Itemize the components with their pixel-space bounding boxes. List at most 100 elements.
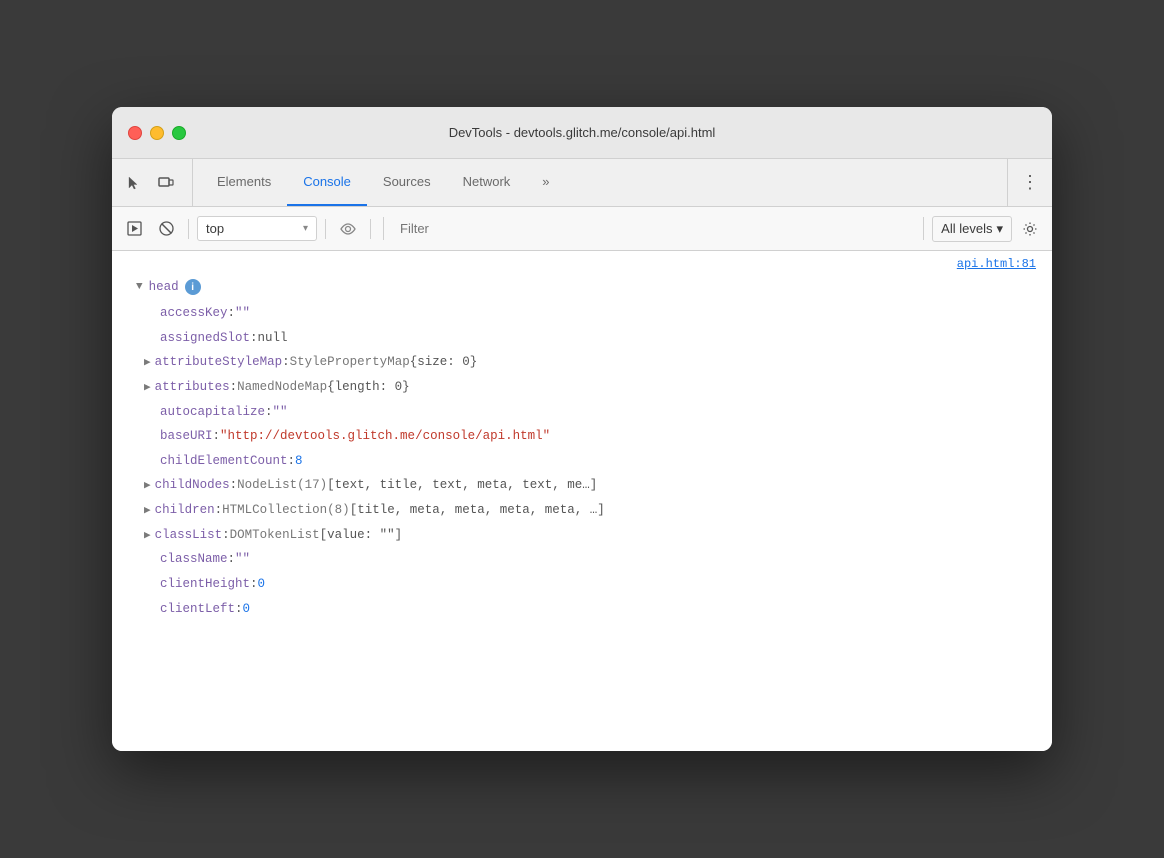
prop-key: clientHeight [160, 574, 250, 595]
log-levels-selector[interactable]: All levels ▾ [932, 216, 1012, 242]
prop-key: className [160, 549, 228, 570]
tab-elements[interactable]: Elements [201, 158, 287, 206]
prop-row: children: HTMLCollection(8) [title, meta… [112, 498, 1052, 523]
prop-key: baseURI [160, 426, 213, 447]
prop-row: attributes: NamedNodeMap {length: 0} [112, 375, 1052, 400]
tab-sources[interactable]: Sources [367, 158, 447, 206]
prop-key: childElementCount [160, 451, 288, 472]
prop-key: children [155, 500, 215, 521]
expand-arrow-icon[interactable] [144, 527, 151, 545]
run-script-button[interactable] [120, 215, 148, 243]
expand-arrow-icon[interactable] [144, 379, 151, 397]
prop-value: "" [273, 402, 288, 423]
close-button[interactable] [128, 126, 142, 140]
prop-key: autocapitalize [160, 402, 265, 423]
prop-row: clientHeight: 0 [112, 572, 1052, 597]
source-link[interactable]: api.html:81 [112, 251, 1052, 273]
prop-type-label: DOMTokenList [230, 525, 320, 546]
prop-extra: {size: 0} [410, 352, 478, 373]
prop-row: baseURI: "http://devtools.glitch.me/cons… [112, 424, 1052, 449]
toolbar-divider-1 [188, 219, 189, 239]
tabs-bar: Elements Console Sources Network » ⋮ [112, 159, 1052, 207]
prop-row: clientLeft: 0 [112, 597, 1052, 622]
properties-container: accessKey: ""assignedSlot: nullattribute… [112, 301, 1052, 621]
prop-colon: : [250, 574, 258, 595]
prop-row: className: "" [112, 547, 1052, 572]
prop-type-label: NamedNodeMap [237, 377, 327, 398]
prop-value: "" [235, 549, 250, 570]
prop-value: null [258, 328, 288, 349]
prop-value: "" [235, 303, 250, 324]
window-title: DevTools - devtools.glitch.me/console/ap… [449, 125, 716, 140]
minimize-button[interactable] [150, 126, 164, 140]
prop-colon: : [228, 303, 236, 324]
prop-row: accessKey: "" [112, 301, 1052, 326]
prop-key: classList [155, 525, 223, 546]
prop-value: 8 [295, 451, 303, 472]
head-label: head [149, 280, 179, 294]
prop-extra: {length: 0} [327, 377, 410, 398]
prop-value: 0 [243, 599, 251, 620]
console-content: api.html:81 ▼ head i accessKey: ""assign… [112, 251, 1052, 751]
tab-more[interactable]: » [526, 158, 565, 206]
prop-colon: : [230, 377, 238, 398]
traffic-lights [128, 126, 186, 140]
devtools-menu-icon[interactable]: ⋮ [1016, 169, 1044, 197]
prop-colon: : [215, 500, 223, 521]
titlebar: DevTools - devtools.glitch.me/console/ap… [112, 107, 1052, 159]
prop-row: attributeStyleMap: StylePropertyMap {siz… [112, 350, 1052, 375]
tabs-right: ⋮ [1007, 159, 1044, 206]
prop-colon: : [250, 328, 258, 349]
expand-arrow-icon[interactable] [144, 354, 151, 372]
settings-icon[interactable] [1016, 215, 1044, 243]
expand-arrow-icon[interactable] [144, 477, 151, 495]
toolbar-divider-2 [325, 219, 326, 239]
prop-colon: : [213, 426, 221, 447]
prop-row: classList: DOMTokenList [value: ""] [112, 523, 1052, 548]
devtools-window: DevTools - devtools.glitch.me/console/ap… [112, 107, 1052, 751]
prop-colon: : [282, 352, 290, 373]
prop-row: autocapitalize: "" [112, 400, 1052, 425]
clear-console-button[interactable] [152, 215, 180, 243]
context-dropdown-arrow: ▾ [303, 223, 308, 234]
prop-extra: [text, title, text, meta, text, me…] [327, 475, 597, 496]
prop-key: attributeStyleMap [155, 352, 283, 373]
prop-colon: : [230, 475, 238, 496]
prop-extra: [title, meta, meta, meta, meta, …] [350, 500, 605, 521]
prop-extra: [value: ""] [320, 525, 403, 546]
maximize-button[interactable] [172, 126, 186, 140]
prop-row: childElementCount: 8 [112, 449, 1052, 474]
prop-key: clientLeft [160, 599, 235, 620]
prop-type-label: HTMLCollection(8) [222, 500, 350, 521]
prop-row: childNodes: NodeList(17) [text, title, t… [112, 473, 1052, 498]
filter-input[interactable] [392, 217, 915, 240]
prop-key: childNodes [155, 475, 230, 496]
levels-dropdown-arrow: ▾ [996, 221, 1003, 237]
context-selector[interactable]: top ▾ [197, 216, 317, 241]
prop-type-label: NodeList(17) [237, 475, 327, 496]
prop-value: 0 [258, 574, 266, 595]
tab-network[interactable]: Network [447, 158, 527, 206]
prop-row: assignedSlot: null [112, 326, 1052, 351]
prop-colon: : [265, 402, 273, 423]
cursor-icon[interactable] [120, 169, 148, 197]
prop-key: attributes [155, 377, 230, 398]
prop-colon: : [222, 525, 230, 546]
tabs: Elements Console Sources Network » [201, 159, 1007, 206]
live-expressions-button[interactable] [334, 215, 362, 243]
prop-colon: : [228, 549, 236, 570]
prop-value: "http://devtools.glitch.me/console/api.h… [220, 426, 550, 447]
console-toolbar: top ▾ All levels ▾ [112, 207, 1052, 251]
tab-console[interactable]: Console [287, 158, 367, 206]
prop-key: assignedSlot [160, 328, 250, 349]
expand-arrow-icon[interactable] [144, 502, 151, 520]
toolbar-divider-3 [370, 219, 371, 239]
devtools-icons [120, 159, 193, 206]
responsive-icon[interactable] [152, 169, 180, 197]
filter-wrapper [383, 217, 924, 240]
prop-colon: : [288, 451, 296, 472]
head-info-badge[interactable]: i [185, 279, 201, 295]
head-row: ▼ head i [112, 273, 1052, 301]
prop-type-label: StylePropertyMap [290, 352, 410, 373]
head-expand-arrow[interactable]: ▼ [136, 281, 143, 293]
